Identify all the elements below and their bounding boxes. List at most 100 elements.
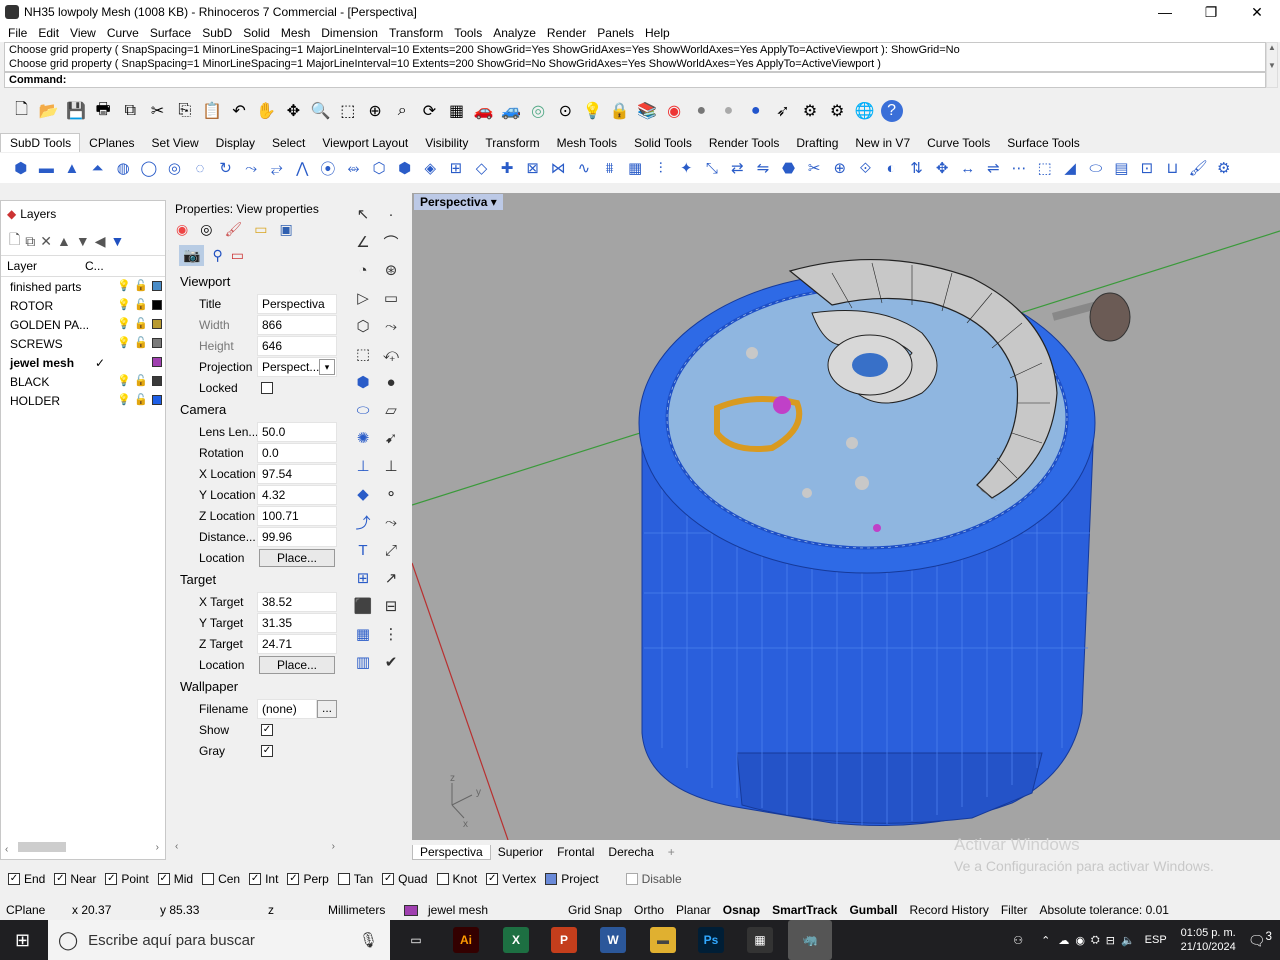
subd-revolve-icon[interactable]: ↻ [215,157,237,179]
menu-item-help[interactable]: Help [637,26,677,40]
lens-length-field[interactable]: 50.0 [257,421,337,442]
lightbulb-icon[interactable]: 💡 [117,317,131,330]
explode-tool-icon[interactable]: ✺ [352,429,374,447]
z-target-field[interactable]: 24.71 [257,633,337,654]
layer-color-swatch[interactable] [152,357,162,367]
layer-row[interactable]: jewel mesh ✓ [1,353,165,372]
subd-cone-icon[interactable]: ▲ [61,157,83,179]
subd-flip-icon[interactable]: ⇅ [906,157,928,179]
menu-item-subd[interactable]: SubD [194,26,239,40]
layer-row[interactable]: finished parts 💡 🔓 [1,277,165,296]
new-layer-icon[interactable]: 🗋 [9,229,20,253]
unlock-icon[interactable]: 🔓 [134,298,148,311]
crown-stem[interactable] [1052,292,1131,342]
chevron-down-icon[interactable]: ▾ [319,358,335,375]
curve-tools-tool-icon[interactable]: ⤳ [380,318,402,335]
osnap-checkbox[interactable] [202,873,215,885]
scale-tool-icon[interactable]: ⤳ [380,514,402,531]
osnap-checkbox[interactable] [545,873,558,885]
lightbulb-icon[interactable]: 💡 [117,336,131,349]
height-field[interactable]: 646 [257,335,337,356]
unlock-icon[interactable]: 🔓 [134,336,148,349]
tab-curve-tools[interactable]: Curve Tools [918,134,998,152]
move-down-icon[interactable]: ▼ [76,233,90,249]
sphere-silver-icon[interactable]: ● [717,100,739,122]
curve-interp-tool-icon[interactable]: ⌒ [380,232,402,253]
menu-item-curve[interactable]: Curve [99,26,146,40]
cplane-label[interactable]: CPlane [0,903,66,917]
color-column-header[interactable]: C... [85,259,104,273]
car2-icon[interactable]: 🚙 [500,100,522,122]
tab-solid-tools[interactable]: Solid Tools [625,134,700,152]
lightbulb-icon[interactable]: 💡 [117,298,131,311]
print-icon[interactable]: 🖶 [92,100,114,122]
maximize-button[interactable]: ❐ [1188,0,1234,24]
color-wheel-icon[interactable]: ◉ [663,100,685,122]
layer-color-swatch[interactable] [152,338,162,348]
filter-icon[interactable]: ▼ [111,233,125,249]
text-tool-icon[interactable]: ⤴ [352,512,374,533]
check-tool-icon[interactable]: ⋮ [380,625,402,643]
subd-crease-icon[interactable]: ◇ [470,157,492,179]
polyline-tool-icon[interactable]: ∠ [352,233,374,251]
circle-tool-icon[interactable]: ◔ [352,262,374,279]
smarttrack-toggle[interactable]: SmartTrack [766,903,843,917]
record-history-toggle[interactable]: Record History [903,903,994,917]
color-wheel-icon[interactable]: ◉ [176,221,188,238]
menu-item-dimension[interactable]: Dimension [313,26,385,40]
osnap-project[interactable]: Project [545,872,599,886]
paste-icon[interactable]: 📋 [201,100,223,122]
osnap-tan[interactable]: Tan [337,872,373,886]
layer-color-swatch[interactable] [152,281,162,291]
grid-array-tool-icon[interactable]: ⬛ [352,597,374,615]
sphere-tool-icon[interactable]: ● [380,374,402,391]
open-icon[interactable]: 📂 [38,100,60,122]
point-tool-icon[interactable]: · [380,206,402,223]
unlock-icon[interactable]: 🔓 [134,317,148,330]
notification-icon[interactable]: 🗨3 [1248,930,1272,950]
people-icon[interactable]: ⚇ [1013,934,1023,947]
subd-frame-icon[interactable]: ⊡ [1136,157,1158,179]
unlock-icon[interactable]: 🔓 [134,374,148,387]
minimize-button[interactable]: — [1142,0,1188,24]
osnap-checkbox[interactable]: ✓ [54,873,67,885]
split-tool-icon[interactable]: ⊥ [352,457,374,475]
undo-icon[interactable]: ↶ [228,100,250,122]
light-icon[interactable]: 💡 [582,100,604,122]
tab-select[interactable]: Select [263,134,313,152]
z-location-field[interactable]: 100.71 [257,505,337,526]
tab-render-tools[interactable]: Render Tools [700,134,788,152]
file-explorer-icon[interactable]: ▬ [650,927,676,953]
menu-item-analyze[interactable]: Analyze [485,26,543,40]
subd-display-icon[interactable]: ◐ [880,157,902,179]
subd-tools-more-icon[interactable]: ⋯ [1008,157,1030,179]
chevron-down-icon[interactable]: ▾ [491,195,497,209]
title-field[interactable]: Perspectiva [257,293,337,314]
target-icon[interactable]: ⚲ [212,247,222,264]
osnap-near[interactable]: ✓ Near [54,872,96,886]
import-icon[interactable]: ⧉ [119,100,141,122]
menu-item-transform[interactable]: Transform [381,26,450,40]
filter-toggle[interactable]: Filter [995,903,1034,917]
tab-viewport-layout[interactable]: Viewport Layout [313,134,416,152]
osnap-perp[interactable]: ✓ Perp [287,872,329,886]
lock-icon[interactable]: 🔒 [609,100,631,122]
wallpaper-icon[interactable]: ▭ [231,247,244,264]
select-tool-icon[interactable]: ↖ [352,205,374,223]
pan-icon[interactable]: ✋ [255,100,277,122]
tab-display[interactable]: Display [207,134,263,152]
menu-item-mesh[interactable]: Mesh [273,26,317,40]
paint-tool-icon[interactable]: ✔ [380,653,402,671]
plane-tool-icon[interactable]: ▱ [380,401,402,419]
grid-icon[interactable]: ▦ [446,100,468,122]
move-parent-icon[interactable]: ◀ [95,233,106,250]
subd-mesh-icon[interactable]: ⊠ [522,157,544,179]
extrude-tool-icon[interactable]: ⊞ [352,569,374,587]
show-hidden-icon[interactable]: ⌃ [1041,934,1050,947]
subd-slide-icon[interactable]: ↔ [957,157,979,179]
layers-horizontal-scrollbar[interactable]: ‹ › [5,842,161,856]
network-icon[interactable]: ⊟ [1106,934,1115,947]
osnap-cen[interactable]: Cen [202,872,240,886]
zoom-extents-icon[interactable]: ⊕ [364,100,386,122]
osnap-checkbox[interactable]: ✓ [486,873,499,885]
